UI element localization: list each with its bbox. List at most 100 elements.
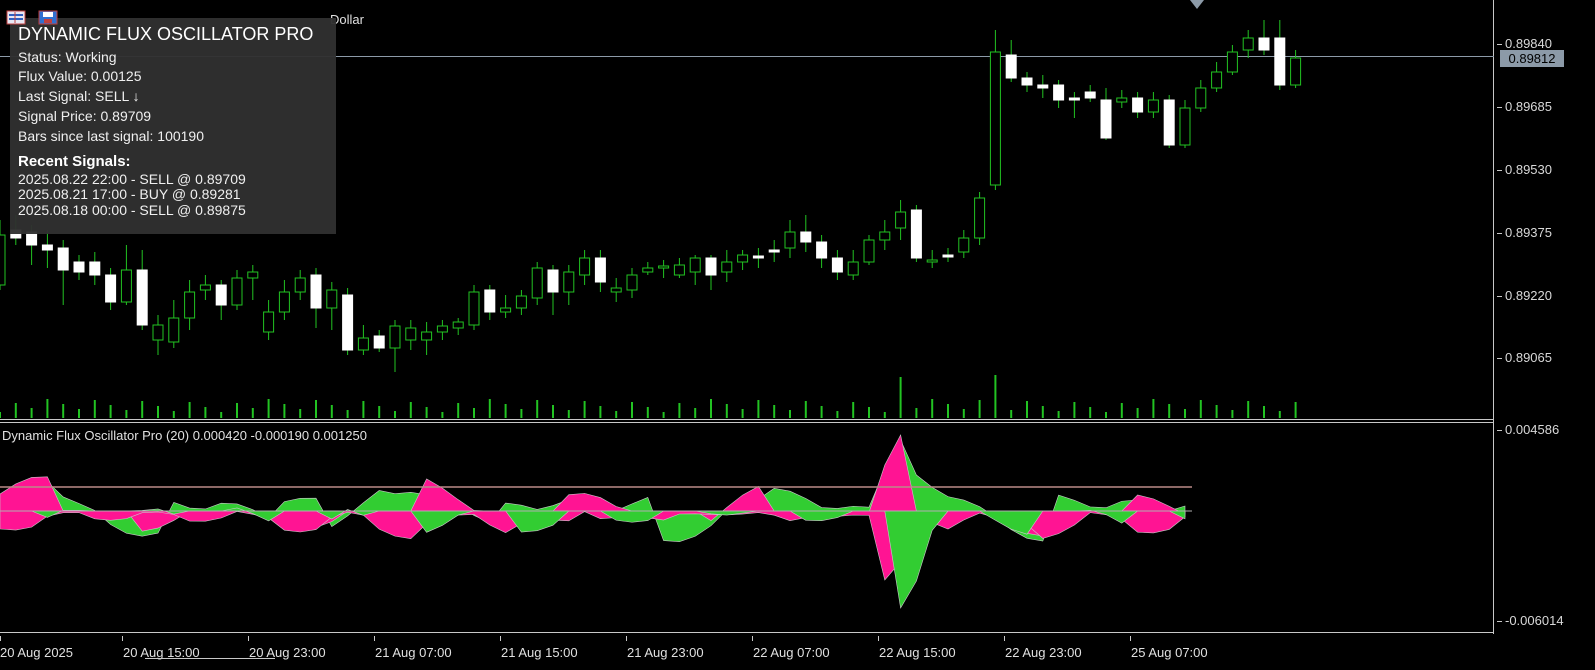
candle-body bbox=[626, 274, 638, 291]
candle-body bbox=[263, 311, 275, 333]
candle-body bbox=[879, 231, 891, 241]
status-text: Status: Working bbox=[18, 49, 117, 65]
candle-body bbox=[1147, 99, 1159, 113]
candle-body bbox=[515, 295, 527, 309]
indicator-title: Dynamic Flux Oscillator Pro (20) 0.00042… bbox=[2, 428, 367, 443]
candle-body bbox=[1005, 54, 1017, 79]
bars-since-text: Bars since last signal: 100190 bbox=[18, 128, 204, 144]
price-axis-label: 0.89375 bbox=[1497, 225, 1552, 240]
candle-body bbox=[215, 284, 227, 306]
candle-body bbox=[752, 255, 764, 259]
time-tick bbox=[1004, 636, 1005, 641]
candle-body bbox=[1053, 84, 1065, 101]
candle-body bbox=[1021, 77, 1033, 86]
price-axis-label: 0.89065 bbox=[1497, 350, 1552, 365]
candle-body bbox=[484, 289, 496, 313]
candle-body bbox=[1258, 37, 1270, 51]
candle-body bbox=[989, 51, 1001, 186]
time-tick bbox=[752, 636, 753, 641]
candle-body bbox=[310, 274, 322, 309]
candle-body bbox=[168, 317, 180, 343]
candle-body bbox=[120, 269, 132, 303]
candle-body bbox=[705, 257, 717, 276]
candle-body bbox=[152, 324, 164, 341]
candle-body bbox=[768, 249, 780, 253]
price-axis-label: 0.89840 bbox=[1497, 36, 1552, 51]
tab-indicator bbox=[145, 658, 275, 659]
price-axis-label: 0.89530 bbox=[1497, 162, 1552, 177]
candle-body bbox=[436, 325, 448, 333]
list-icon[interactable] bbox=[6, 10, 26, 25]
candle-body bbox=[357, 337, 369, 351]
candle-body bbox=[926, 259, 938, 263]
candle-body bbox=[847, 261, 859, 276]
time-tick bbox=[248, 636, 249, 641]
time-axis-label: 22 Aug 07:00 bbox=[753, 645, 830, 660]
candle-body bbox=[199, 284, 211, 291]
candle-body bbox=[1037, 84, 1049, 89]
candle-body bbox=[500, 307, 512, 313]
candle-body bbox=[136, 269, 148, 326]
candle-body bbox=[1195, 87, 1207, 109]
indicator-scale-bottom: -0.006014 bbox=[1497, 613, 1564, 628]
candle-body bbox=[468, 291, 480, 326]
time-axis-label: 22 Aug 23:00 bbox=[1005, 645, 1082, 660]
candle-body bbox=[1290, 57, 1302, 86]
time-axis-border bbox=[0, 632, 1494, 633]
signal-entry: 2025.08.21 17:00 - BUY @ 0.89281 bbox=[18, 186, 241, 202]
time-axis-label: 21 Aug 07:00 bbox=[375, 645, 452, 660]
candle-body bbox=[1226, 51, 1238, 73]
candle-body bbox=[594, 257, 606, 283]
candle-body bbox=[547, 269, 559, 293]
time-tick bbox=[500, 636, 501, 641]
candle-body bbox=[389, 325, 401, 349]
time-tick bbox=[878, 636, 879, 641]
signal-price-text: Signal Price: 0.89709 bbox=[18, 108, 152, 124]
candle-body bbox=[452, 321, 464, 329]
candle-body bbox=[0, 234, 6, 286]
candle-body bbox=[1211, 71, 1223, 89]
candle-body bbox=[41, 244, 53, 251]
candle-body bbox=[863, 239, 875, 263]
time-tick bbox=[122, 636, 123, 641]
candle-body bbox=[673, 264, 685, 276]
candle-body bbox=[1116, 97, 1128, 103]
candle-body bbox=[231, 277, 243, 306]
time-tick bbox=[0, 636, 1, 641]
time-axis-label: 25 Aug 07:00 bbox=[1131, 645, 1208, 660]
candle-body bbox=[737, 254, 749, 263]
time-axis-label: 22 Aug 15:00 bbox=[879, 645, 956, 660]
candle-body bbox=[247, 271, 259, 279]
time-axis-label: 21 Aug 15:00 bbox=[501, 645, 578, 660]
price-axis-label: 0.89220 bbox=[1497, 288, 1552, 303]
current-price-tag: 0.89812 bbox=[1500, 50, 1564, 67]
candle-body bbox=[895, 211, 907, 229]
time-tick bbox=[374, 636, 375, 641]
signal-entry: 2025.08.22 22:00 - SELL @ 0.89709 bbox=[18, 171, 246, 187]
candle-body bbox=[1068, 97, 1080, 101]
candle-body bbox=[1132, 97, 1144, 113]
candle-body bbox=[831, 257, 843, 273]
candle-body bbox=[784, 231, 796, 249]
candle-body bbox=[326, 289, 338, 309]
price-axis-label: 0.89685 bbox=[1497, 99, 1552, 114]
candle-body bbox=[531, 267, 543, 299]
candle-body bbox=[294, 277, 306, 293]
recent-signals-heading: Recent Signals: bbox=[18, 153, 131, 170]
candle-body bbox=[816, 241, 828, 259]
flux-value-text: Flux Value: 0.00125 bbox=[18, 68, 142, 84]
candle-body bbox=[342, 294, 354, 351]
candle-body bbox=[642, 267, 654, 273]
candle-body bbox=[73, 261, 85, 273]
candle-body bbox=[1163, 99, 1175, 146]
candle-body bbox=[405, 327, 417, 341]
time-tick bbox=[1130, 636, 1131, 641]
candle-body bbox=[974, 197, 986, 239]
indicator-scale-top: 0.004586 bbox=[1496, 422, 1560, 437]
last-signal-text: Last Signal: SELL ↓ bbox=[18, 88, 140, 104]
candle-body bbox=[610, 287, 622, 293]
candle-body bbox=[278, 291, 290, 313]
candle-body bbox=[57, 247, 69, 271]
candle-body bbox=[1179, 107, 1191, 146]
save-icon[interactable] bbox=[38, 10, 58, 25]
